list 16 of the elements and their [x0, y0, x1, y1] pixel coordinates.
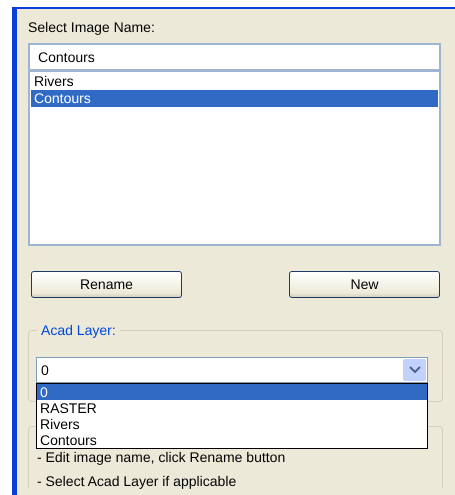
dropdown-option[interactable]: RASTER: [37, 400, 427, 416]
list-item[interactable]: Contours: [31, 90, 438, 107]
list-item[interactable]: Rivers: [31, 73, 438, 90]
instruction-text: - Edit image name, click Rename button: [36, 448, 286, 467]
field-label: Select Image Name:: [28, 18, 156, 37]
dropdown-option[interactable]: 0: [37, 384, 427, 400]
dropdown-value: 0: [41, 360, 50, 380]
image-name-field[interactable]: Contours: [28, 43, 441, 71]
dropdown-list[interactable]: 0 RASTER Rivers Contours: [36, 383, 428, 449]
action-button[interactable]: New: [289, 271, 440, 298]
instruction-text: - Select Acad Layer if applicable: [36, 472, 236, 491]
dropdown-option[interactable]: Contours: [37, 432, 427, 448]
image-list[interactable]: Rivers Contours: [28, 71, 441, 246]
dropdown-option[interactable]: Rivers: [37, 416, 427, 432]
action-button[interactable]: Rename: [31, 271, 182, 298]
layer-dropdown[interactable]: 0: [36, 357, 428, 383]
